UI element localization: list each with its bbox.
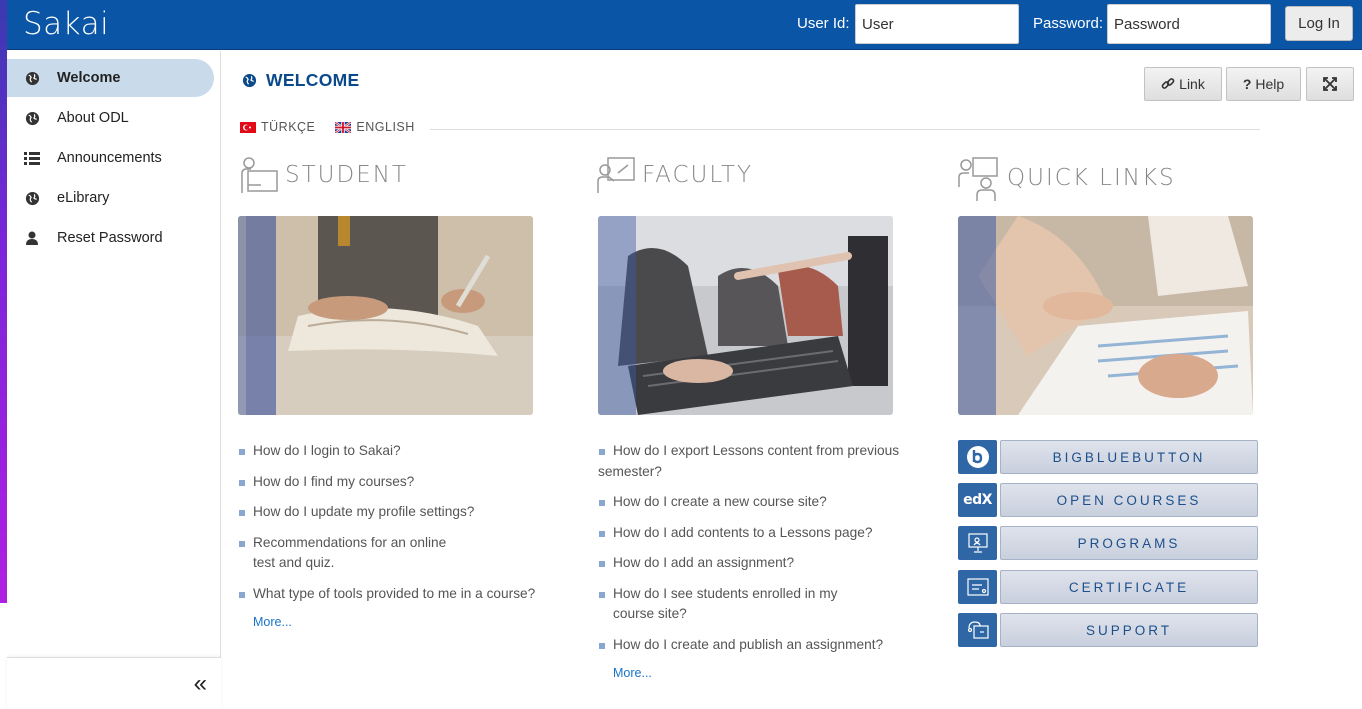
sidebar-item-label: Announcements <box>57 150 162 166</box>
student-more-link[interactable]: More... <box>253 615 292 629</box>
faculty-faq-list: How do I export Lessons content from pre… <box>598 441 918 665</box>
sidebar-item-label: About ODL <box>57 110 129 126</box>
expand-icon <box>1323 77 1337 91</box>
quick-link-certificate[interactable]: CERTIFICATE <box>958 570 1258 604</box>
sidebar-item-reset-password[interactable]: Reset Password <box>7 219 214 257</box>
faculty-more-link[interactable]: More... <box>613 666 652 680</box>
faq-link[interactable]: What type of tools provided to me in a c… <box>238 584 558 605</box>
faculty-icon <box>597 157 635 193</box>
sidebar-item-announcements[interactable]: Announcements <box>7 139 214 177</box>
edx-icon: edX <box>958 483 997 517</box>
top-header: Sakai User Id: Password: Log In <box>7 0 1362 50</box>
divider <box>430 129 1260 130</box>
quick-link-support[interactable]: SUPPORT <box>958 613 1258 647</box>
sakai-logo[interactable]: Sakai <box>23 6 109 42</box>
fullscreen-button[interactable] <box>1306 67 1354 101</box>
faq-link[interactable]: How do I add contents to a Lessons page? <box>598 523 918 544</box>
quick-links-heading: QUICK LINKS <box>957 155 1176 201</box>
uk-flag-icon <box>335 121 352 133</box>
language-english[interactable]: ENGLISH <box>335 120 414 134</box>
list-icon <box>7 151 57 165</box>
collapse-sidebar-button[interactable]: « <box>194 670 207 698</box>
quick-link-bigbluebutton[interactable]: BIGBLUEBUTTON <box>958 440 1258 474</box>
faq-link[interactable]: Recommendations for an online test and q… <box>238 533 468 574</box>
turkey-flag-icon <box>240 121 256 133</box>
link-icon <box>1161 78 1175 89</box>
accent-strip <box>0 0 7 603</box>
faq-link[interactable]: How do I create a new course site? <box>598 492 918 513</box>
faq-link[interactable]: How do I export Lessons content from pre… <box>598 441 918 482</box>
sidebar-item-label: Reset Password <box>57 230 163 246</box>
globe-icon <box>7 191 57 206</box>
page-title-text: WELCOME <box>266 70 360 90</box>
faq-link[interactable]: How do I login to Sakai? <box>238 441 558 462</box>
support-icon <box>958 613 997 647</box>
globe-icon <box>7 71 57 86</box>
faq-link[interactable]: How do I create and publish an assignmen… <box>598 635 918 656</box>
user-id-label: User Id: <box>797 15 850 32</box>
faq-link[interactable]: How do I see students enrolled in my cou… <box>598 584 858 625</box>
main-content: WELCOME Link ? Help TÜRKÇE ENGLISH STUDE… <box>222 51 1362 709</box>
quick-links-icon <box>958 157 998 201</box>
user-icon <box>7 231 57 245</box>
bigbluebutton-icon <box>958 440 997 474</box>
student-heading: STUDENT <box>239 155 408 195</box>
faculty-heading: FACULTY <box>596 155 753 195</box>
language-turkish[interactable]: TÜRKÇE <box>240 120 315 134</box>
globe-icon <box>242 73 257 88</box>
help-button[interactable]: ? Help <box>1226 67 1301 101</box>
certificate-icon <box>958 570 997 604</box>
sidebar-item-label: Welcome <box>57 70 121 86</box>
page-title: WELCOME <box>242 70 359 91</box>
sidebar-item-about-odl[interactable]: About ODL <box>7 99 214 137</box>
student-icon <box>241 157 278 193</box>
student-image <box>238 216 533 415</box>
language-bar: TÜRKÇE ENGLISH <box>240 120 435 134</box>
faq-link[interactable]: How do I update my profile settings? <box>238 502 558 523</box>
presentation-icon <box>958 526 997 560</box>
quick-link-programs[interactable]: PROGRAMS <box>958 526 1258 560</box>
sidebar-item-welcome[interactable]: Welcome <box>7 59 214 97</box>
sidebar-nav: Welcome About ODL Announcements eLibrary… <box>7 51 221 709</box>
question-icon: ? <box>1242 76 1252 92</box>
quick-link-open-courses[interactable]: edX OPEN COURSES <box>958 483 1258 517</box>
link-button[interactable]: Link <box>1144 67 1222 101</box>
user-id-input[interactable] <box>855 4 1019 44</box>
faq-link[interactable]: How do I find my courses? <box>238 472 558 493</box>
globe-icon <box>7 111 57 126</box>
faq-link[interactable]: How do I add an assignment? <box>598 553 918 574</box>
sidebar-collapse-bar: « <box>7 657 221 709</box>
sidebar-item-label: eLibrary <box>57 190 110 206</box>
login-button[interactable]: Log In <box>1285 6 1353 41</box>
faculty-image <box>598 216 893 415</box>
quick-links-image <box>958 216 1253 415</box>
sidebar-item-elibrary[interactable]: eLibrary <box>7 179 214 217</box>
student-faq-list: How do I login to Sakai? How do I find m… <box>238 441 558 614</box>
password-label: Password: <box>1033 15 1104 32</box>
password-input[interactable] <box>1107 4 1271 44</box>
